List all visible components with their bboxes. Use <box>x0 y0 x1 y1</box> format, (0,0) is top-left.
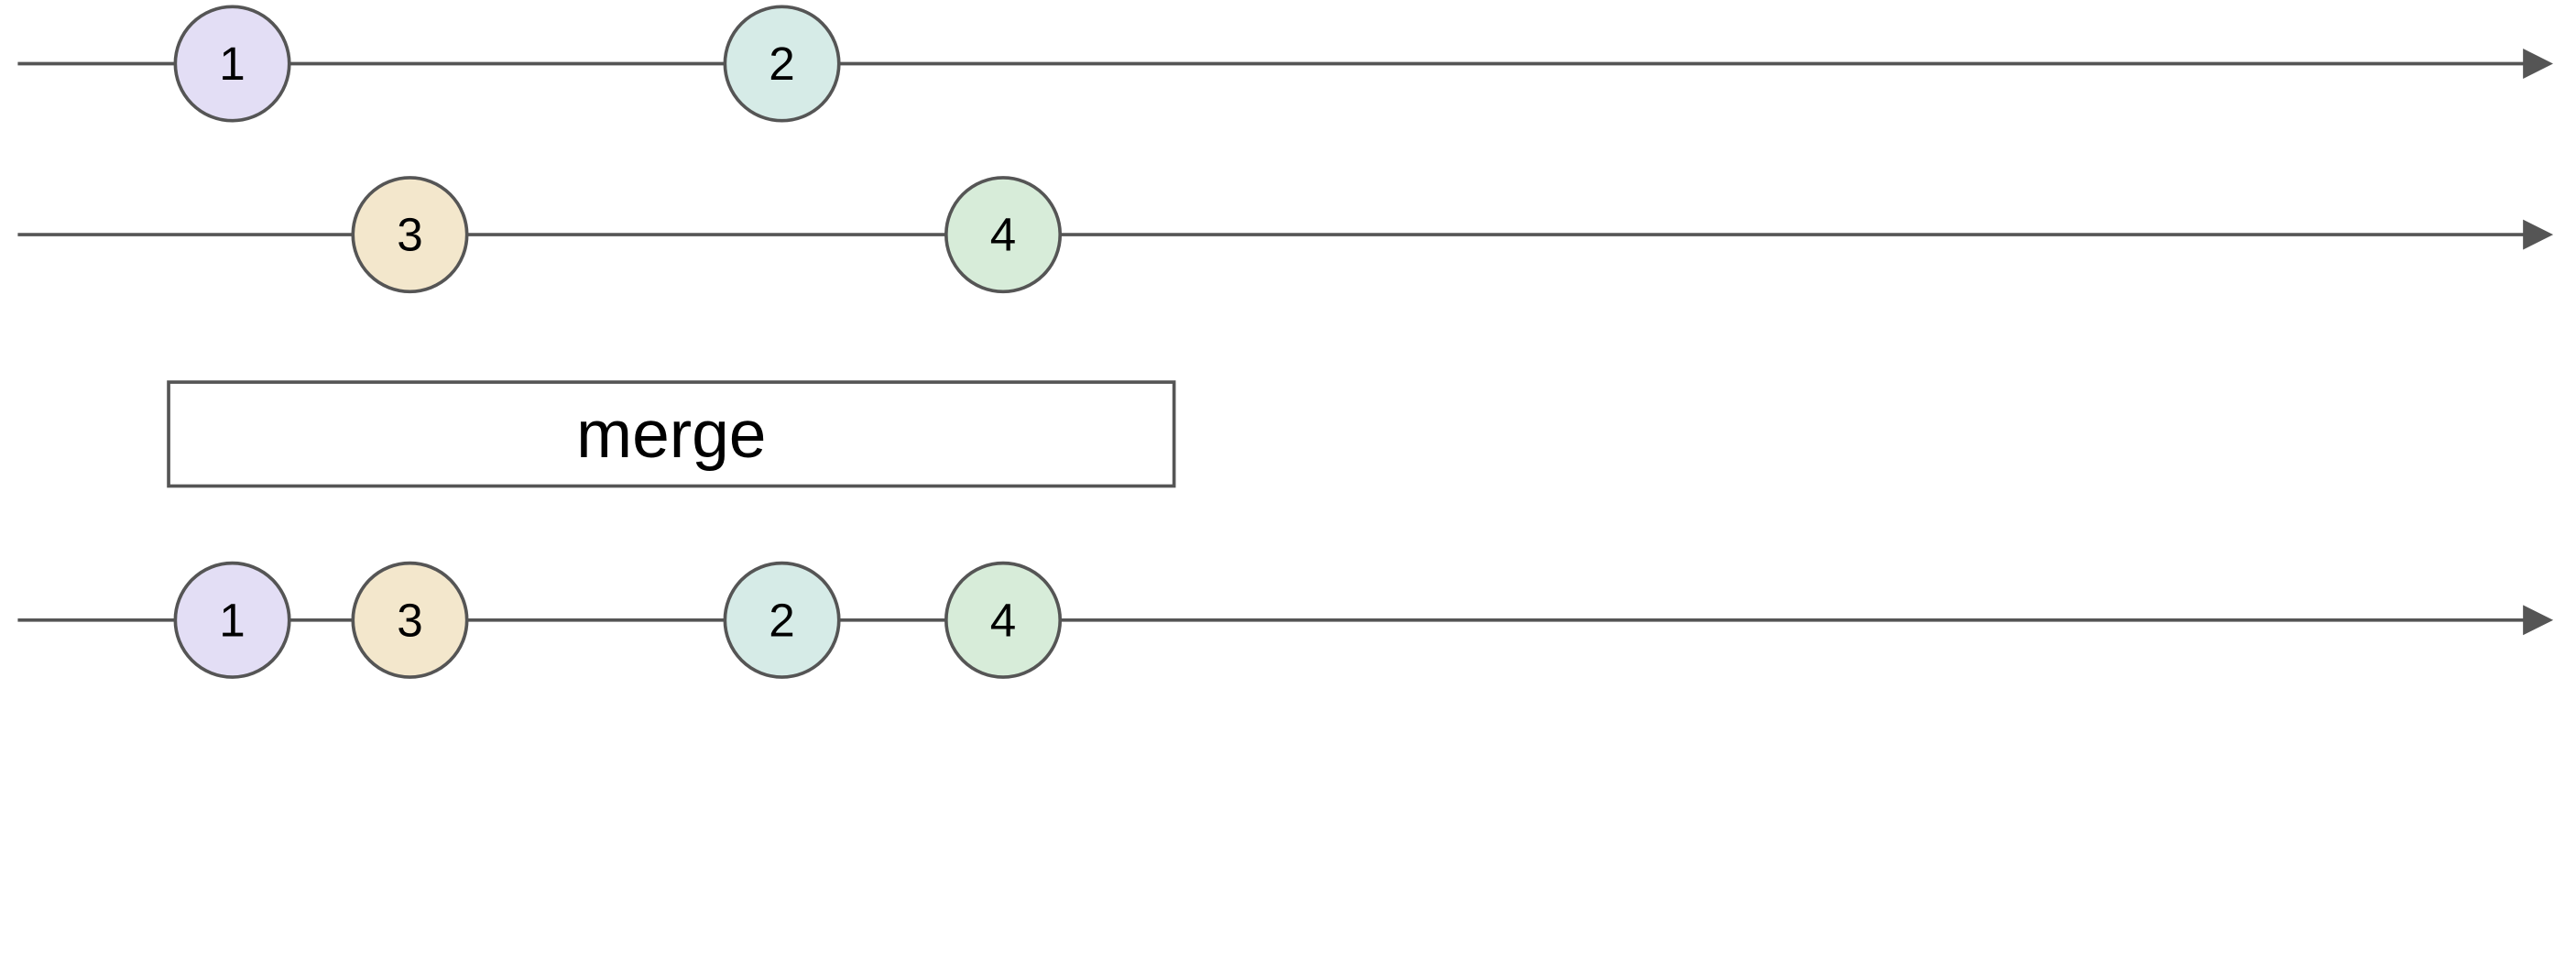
operator-box: merge <box>169 382 1174 486</box>
marble-b2-label: 4 <box>990 209 1016 261</box>
marble-o3-label: 2 <box>769 594 794 646</box>
marble-diagram: 1 2 3 4 merge 1 3 <box>0 0 2576 962</box>
marble-b1: 3 <box>353 178 466 291</box>
input-stream-b: 3 4 <box>17 178 2548 291</box>
marble-o3: 2 <box>725 563 838 677</box>
marble-o1: 1 <box>175 563 289 677</box>
marble-o2-label: 3 <box>397 594 422 646</box>
output-stream: 1 3 2 4 <box>17 563 2548 677</box>
marble-a1: 1 <box>175 6 289 120</box>
marble-a1-label: 1 <box>219 38 245 90</box>
marble-b2: 4 <box>946 178 1060 291</box>
marble-o4: 4 <box>946 563 1060 677</box>
marble-o2: 3 <box>353 563 466 677</box>
marble-a2: 2 <box>725 6 838 120</box>
marble-a2-label: 2 <box>769 38 794 90</box>
operator-label: merge <box>576 397 766 472</box>
marble-o4-label: 4 <box>990 594 1016 646</box>
marble-o1-label: 1 <box>219 594 245 646</box>
marble-b1-label: 3 <box>397 209 422 261</box>
input-stream-a: 1 2 <box>17 6 2548 120</box>
